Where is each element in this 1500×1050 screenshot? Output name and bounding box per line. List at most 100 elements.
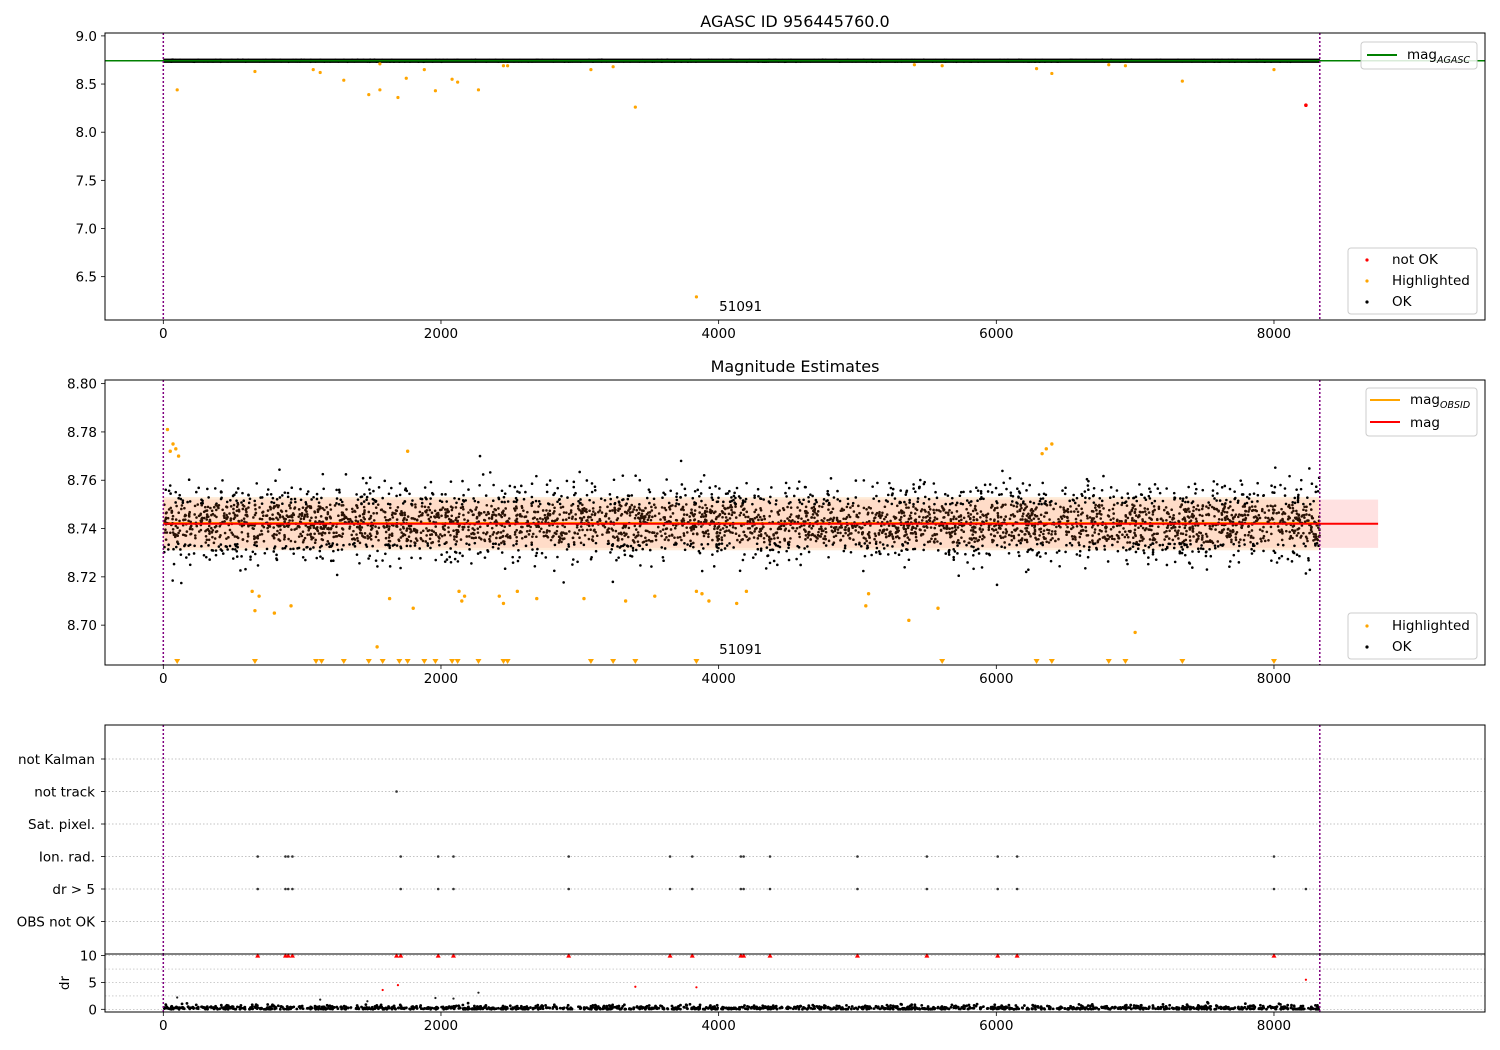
ok-point <box>358 562 361 565</box>
ok-point <box>1155 517 1159 521</box>
ok-point <box>852 510 856 513</box>
ok-point <box>396 505 400 509</box>
ok-point <box>210 509 214 513</box>
ok-point <box>589 515 592 519</box>
ok-point <box>1283 512 1287 515</box>
ok-point <box>628 511 632 514</box>
ok-point <box>916 497 920 500</box>
ok-point <box>1124 515 1128 518</box>
ok-point <box>691 532 695 536</box>
ok-point <box>1200 544 1203 547</box>
ok-point <box>478 513 481 517</box>
ok-point <box>405 544 409 548</box>
highlighted-point <box>311 67 315 72</box>
ok-point <box>846 502 850 506</box>
ok-point <box>1091 539 1094 542</box>
ok-point <box>822 541 826 545</box>
ok-point <box>1086 484 1090 487</box>
ok-point <box>590 490 594 494</box>
ok-point <box>1148 516 1151 520</box>
ok-point <box>1127 496 1130 500</box>
ok-point <box>164 538 168 541</box>
ok-point <box>1213 544 1217 547</box>
ok-point <box>515 517 519 521</box>
ok-point <box>788 515 792 519</box>
ok-point <box>944 511 948 514</box>
ok-point <box>217 545 221 548</box>
ok-point <box>303 536 307 540</box>
ok-point <box>880 531 884 535</box>
ok-point <box>1013 514 1017 518</box>
ok-point <box>369 524 373 528</box>
ok-point <box>288 519 291 522</box>
ok-point <box>1042 515 1046 518</box>
ok-point <box>756 487 760 491</box>
ok-point <box>1228 565 1231 568</box>
ok-point <box>1010 534 1013 538</box>
ok-point <box>648 501 651 505</box>
ok-point <box>627 494 631 498</box>
ok-point <box>914 507 917 510</box>
ok-point <box>1088 545 1091 549</box>
ok-point <box>1241 493 1245 496</box>
ok-point <box>1223 516 1227 520</box>
ok-point <box>952 558 956 561</box>
ok-point <box>855 513 859 517</box>
ok-point <box>939 510 942 513</box>
ok-point <box>374 535 378 539</box>
ok-point <box>728 489 731 493</box>
ok-point <box>750 531 754 535</box>
ok-point <box>989 517 992 521</box>
ok-point <box>1120 496 1124 500</box>
ok-point <box>642 517 646 521</box>
ok-point <box>1112 512 1116 515</box>
ok-point <box>1250 509 1254 513</box>
ok-point <box>1084 566 1087 570</box>
ok-point <box>315 492 319 496</box>
ok-point <box>340 504 344 507</box>
ok-point <box>774 502 778 506</box>
ok-point <box>922 482 926 486</box>
ok-point <box>247 506 250 509</box>
ok-point <box>1107 508 1111 512</box>
ok-point <box>272 550 276 553</box>
ok-point <box>179 497 183 501</box>
ok-point <box>437 540 441 543</box>
ok-point <box>1188 562 1192 565</box>
ok-point <box>858 511 861 515</box>
ok-point <box>1009 503 1013 507</box>
ok-point <box>1034 508 1037 511</box>
ok-point <box>951 541 955 544</box>
ok-point <box>834 534 838 538</box>
ok-point <box>476 527 480 530</box>
ok-point <box>231 557 235 560</box>
ok-point <box>972 536 976 540</box>
ok-point <box>857 504 860 508</box>
ok-point <box>1222 528 1226 531</box>
ok-point <box>637 543 640 547</box>
ok-point <box>289 539 293 543</box>
ok-point <box>772 559 776 563</box>
ok-point <box>1151 513 1155 516</box>
ok-point <box>933 516 937 519</box>
ok-point <box>702 547 705 550</box>
ok-point <box>628 514 632 517</box>
ok-point <box>497 513 501 516</box>
ok-point <box>531 532 535 536</box>
ok-point <box>1262 534 1266 538</box>
ok-point <box>934 490 937 494</box>
ok-point <box>744 497 748 501</box>
ok-point <box>590 555 593 559</box>
ok-point <box>1229 560 1232 563</box>
ok-point <box>1165 487 1168 490</box>
ok-point <box>264 514 268 518</box>
ok-point <box>891 535 894 538</box>
ok-point <box>1273 504 1277 508</box>
ok-point <box>269 506 272 509</box>
ok-point <box>437 535 440 538</box>
ok-point <box>453 550 457 554</box>
ok-point <box>1201 514 1204 518</box>
ok-point <box>1038 534 1041 537</box>
ok-point <box>1278 530 1282 534</box>
ok-point <box>194 536 197 540</box>
